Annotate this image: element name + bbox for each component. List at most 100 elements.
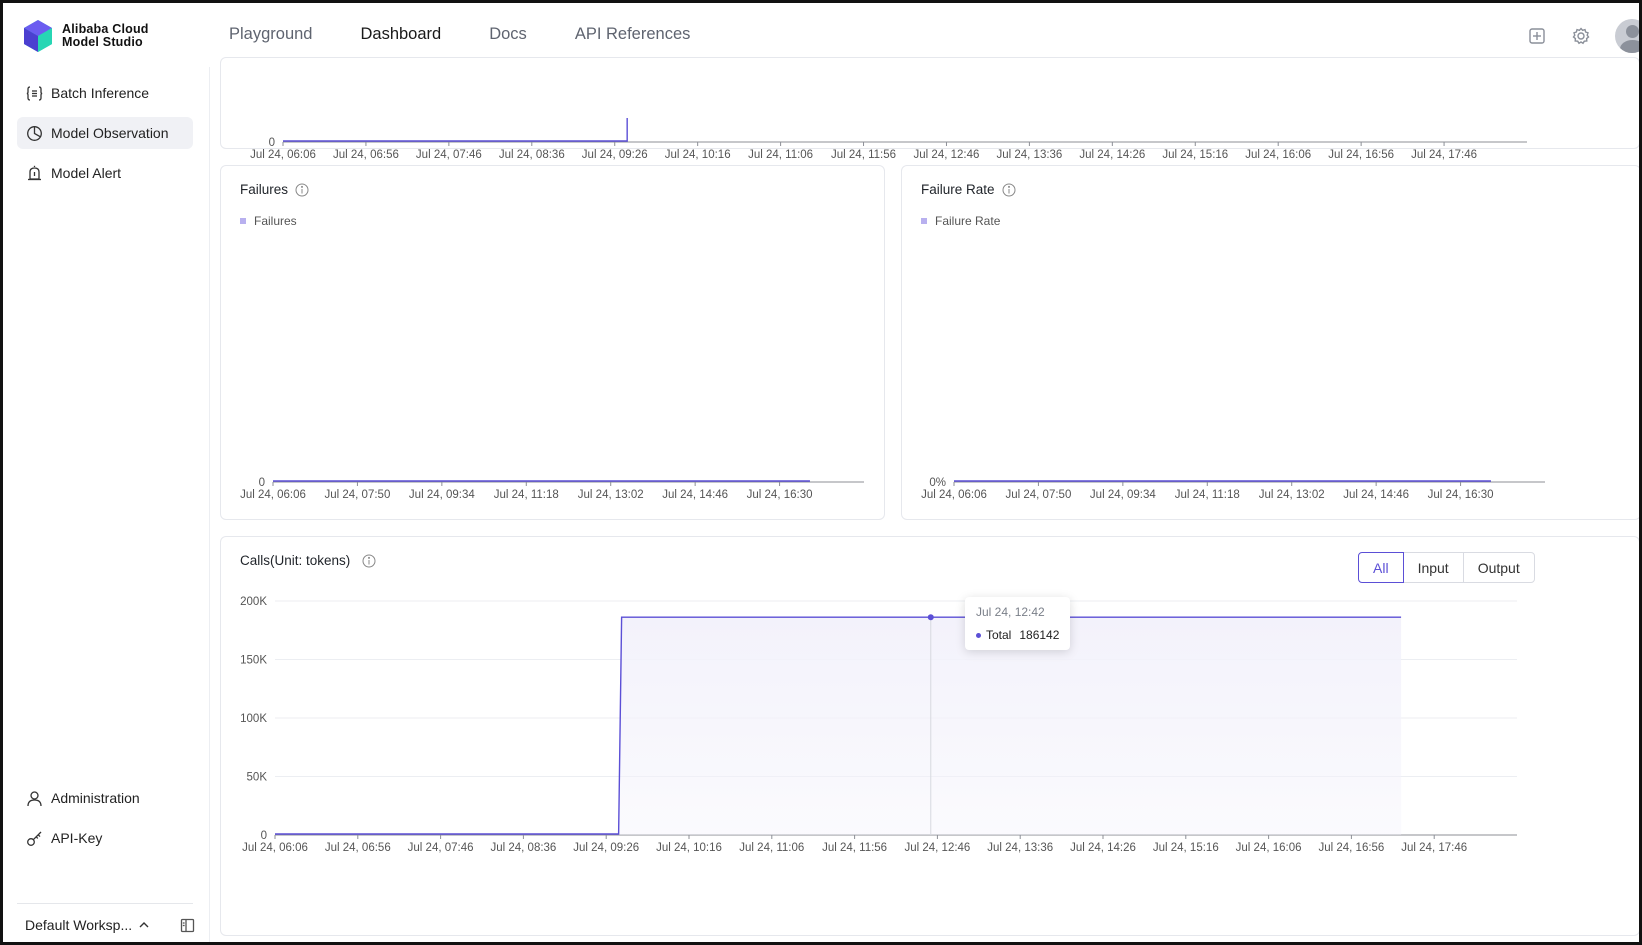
main-nav: Playground Dashboard Docs API References	[229, 25, 738, 44]
tooltip-value: 186142	[1019, 628, 1060, 642]
top-actions	[1527, 19, 1639, 53]
x-tick-label: Jul 24, 11:56	[822, 842, 887, 854]
x-tick-label: Jul 24, 11:56	[831, 149, 896, 161]
x-tick-label: Jul 24, 08:36	[490, 842, 556, 854]
x-tick-label: Jul 24, 15:16	[1153, 842, 1219, 854]
failure-rate-chart: Jul 24, 06:06 Jul 24, 07:50 Jul 24, 09:34 J…	[921, 477, 1545, 501]
hover-point	[927, 614, 934, 621]
chart-card-failure-rate: Failure Rate Failure Rate Jul 24, 06:06 J…	[901, 165, 1639, 520]
x-tick-label: Jul 24, 06:06	[240, 489, 306, 501]
x-tick-label: Jul 24, 06:56	[333, 149, 399, 161]
x-tick-label: Jul 24, 08:36	[499, 149, 565, 161]
sidebar-item-label: Model Alert	[51, 165, 122, 181]
nav-docs[interactable]: Docs	[489, 25, 527, 44]
chart-tooltip: Jul 24, 12:42 Total 186142	[965, 597, 1071, 650]
x-tick-label: Jul 24, 13:36	[987, 842, 1053, 854]
sidebar-item-label: API-Key	[51, 830, 103, 846]
sidebar-item-batch-inference[interactable]: Batch Inference	[17, 77, 193, 109]
x-tick-label: Jul 24, 14:26	[1070, 842, 1136, 854]
toggle-all-button[interactable]: All	[1358, 552, 1404, 583]
chart-card-failures: Failures Failures Jul 24, 06:06 Jul 24, 0…	[220, 165, 885, 520]
model-studio-logo-icon	[24, 20, 52, 52]
x-tick-label: Jul 24, 16:06	[1245, 149, 1311, 161]
x-tick-label: Jul 24, 12:46	[904, 842, 970, 854]
x-tick-label: Jul 24, 06:56	[325, 842, 391, 854]
sidebar-item-model-alert[interactable]: Model Alert	[17, 157, 193, 189]
y-tick-label: 0	[259, 477, 265, 489]
x-tick-label: Jul 24, 07:50	[1005, 489, 1071, 501]
calls-chart[interactable]: 200K 150K 100K 50K 0Jul 24, 06:06 Jul 24, 06:…	[221, 537, 1641, 937]
tooltip-row: Total 186142	[976, 628, 1059, 642]
pie-chart-icon	[27, 125, 42, 141]
x-tick-label: Jul 24, 13:02	[1259, 489, 1325, 501]
alarm-icon	[28, 165, 41, 180]
y-tick-label: 50K	[247, 772, 268, 784]
tooltip-series-name: Total	[986, 628, 1012, 642]
chevron-up-icon	[139, 922, 149, 928]
x-tick-label: Jul 24, 11:18	[494, 489, 559, 501]
y-tick-label: 100K	[240, 713, 267, 725]
x-tick-label: Jul 24, 14:26	[1079, 149, 1145, 161]
sidebar-item-label: Model Observation	[51, 125, 169, 141]
x-tick-label: Jul 24, 16:56	[1328, 149, 1394, 161]
x-tick-label: Jul 24, 16:56	[1318, 842, 1384, 854]
chart-card-calls: Calls(Unit: tokens) All Input Output 200…	[220, 536, 1641, 937]
dashboard-content: Jul 24, 06:06 Jul 24, 06:56 Jul 24, 07:46 J…	[210, 57, 1641, 942]
x-tick-label: Jul 24, 10:16	[665, 149, 731, 161]
sidebar-item-administration[interactable]: Administration	[17, 782, 193, 814]
x-tick-label: Jul 24, 14:46	[662, 489, 728, 501]
x-tick-label: Jul 24, 14:46	[1343, 489, 1409, 501]
x-tick-label: Jul 24, 16:06	[1236, 842, 1302, 854]
sidebar: Batch Inference Model Observation Model …	[3, 67, 210, 942]
y-tick-label: 0	[261, 830, 267, 842]
y-tick-label: 150K	[240, 655, 267, 667]
brand-logo[interactable]: Alibaba Cloud Model Studio	[23, 19, 149, 53]
y-tick-label: 0%	[929, 477, 946, 489]
collapse-sidebar-icon[interactable]	[180, 918, 195, 933]
x-tick-label: Jul 24, 17:46	[1401, 842, 1467, 854]
workspace-switcher[interactable]: Default Worksp...	[25, 917, 195, 933]
x-tick-label: Jul 24, 09:26	[582, 149, 648, 161]
failures-chart: Jul 24, 06:06 Jul 24, 07:50 Jul 24, 09:34 J…	[240, 477, 864, 501]
x-tick-label: Jul 24, 09:34	[1090, 489, 1156, 501]
x-tick-label: Jul 24, 06:06	[242, 842, 308, 854]
workspace-name: Default Worksp...	[25, 917, 133, 933]
x-tick-label: Jul 24, 07:46	[416, 149, 482, 161]
braces-list-icon	[26, 85, 43, 101]
sidebar-item-model-observation[interactable]: Model Observation	[17, 117, 193, 149]
y-tick-label: 200K	[240, 596, 267, 608]
app-window: Alibaba Cloud Model Studio Playground Da…	[0, 0, 1642, 945]
user-icon	[27, 790, 42, 806]
nav-dashboard[interactable]: Dashboard	[360, 25, 441, 44]
x-tick-label: Jul 24, 11:06	[748, 149, 813, 161]
brand-name: Alibaba Cloud Model Studio	[62, 23, 149, 49]
x-tick-label: Jul 24, 11:18	[1175, 489, 1240, 501]
x-tick-label: Jul 24, 12:46	[914, 149, 980, 161]
sidebar-item-label: Batch Inference	[51, 85, 150, 101]
series-line	[283, 118, 628, 142]
x-tick-label: Jul 24, 15:16	[1162, 149, 1228, 161]
tooltip-time: Jul 24, 12:42	[976, 605, 1045, 619]
x-tick-label: Jul 24, 06:06	[921, 489, 987, 501]
user-avatar[interactable]	[1615, 19, 1639, 53]
x-tick-label: Jul 24, 11:06	[739, 842, 804, 854]
x-tick-label: Jul 24, 09:34	[409, 489, 475, 501]
sidebar-item-label: Administration	[51, 790, 140, 806]
x-tick-label: Jul 24, 13:02	[578, 489, 644, 501]
chart-card-top-partial: Jul 24, 06:06 Jul 24, 06:56 Jul 24, 07:46 J…	[220, 57, 1639, 161]
brand-line-2: Model Studio	[62, 35, 143, 49]
x-tick-label: Jul 24, 07:50	[324, 489, 390, 501]
gear-icon[interactable]	[1571, 26, 1591, 46]
top-partial-chart: Jul 24, 06:06 Jul 24, 06:56 Jul 24, 07:46 J…	[250, 118, 1527, 161]
nav-playground[interactable]: Playground	[229, 25, 312, 44]
x-tick-label: Jul 24, 09:26	[573, 842, 639, 854]
nav-api-references[interactable]: API References	[575, 25, 691, 44]
x-tick-label: Jul 24, 07:46	[408, 842, 474, 854]
x-tick-label: Jul 24, 10:16	[656, 842, 722, 854]
sidebar-item-api-key[interactable]: API-Key	[17, 822, 193, 854]
y-tick-label: 0	[269, 137, 275, 149]
x-tick-label: Jul 24, 13:36	[996, 149, 1062, 161]
x-tick-label: Jul 24, 17:46	[1411, 149, 1477, 161]
screen-capture-icon[interactable]	[1527, 26, 1547, 46]
x-tick-label: Jul 24, 16:30	[747, 489, 813, 501]
